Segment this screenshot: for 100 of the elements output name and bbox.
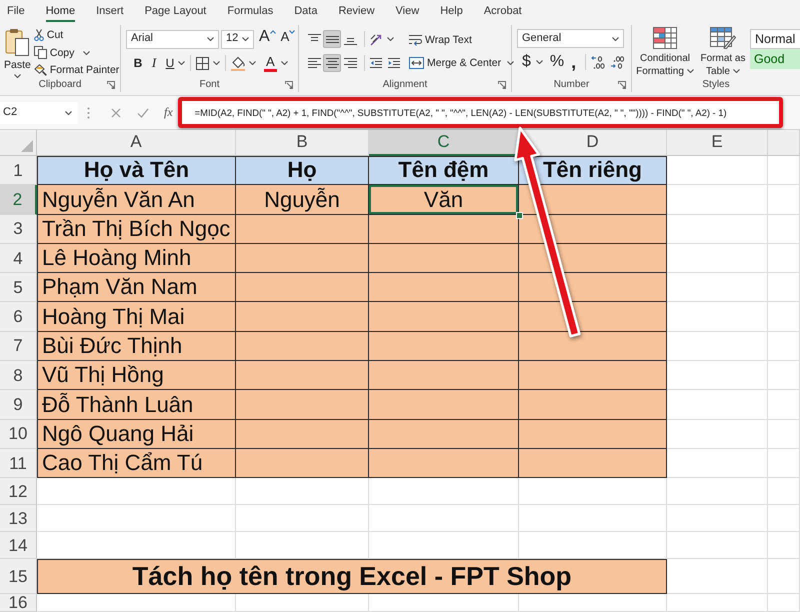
row-header[interactable]: 2 — [0, 185, 37, 215]
sheet-cell[interactable]: Nguyễn Văn An — [37, 185, 236, 215]
italic-button[interactable]: I — [146, 54, 162, 72]
row-header[interactable]: 1 — [0, 156, 37, 186]
ribbon-tab[interactable]: Insert — [96, 4, 124, 22]
sheet-cell[interactable]: Văn — [369, 185, 519, 215]
caret-down-icon[interactable] — [249, 61, 256, 65]
copy-button[interactable]: Copy — [32, 44, 76, 62]
sheet-cell[interactable] — [236, 302, 369, 332]
align-middle-button[interactable] — [323, 30, 341, 48]
caret-down-icon[interactable] — [83, 50, 90, 54]
row-header[interactable]: 8 — [0, 361, 37, 390]
align-center-button[interactable] — [323, 54, 341, 72]
comma-style-button[interactable]: , — [567, 53, 580, 71]
sheet-cell[interactable]: Vũ Thị Hồng — [37, 361, 236, 390]
dialog-launcher-icon[interactable] — [498, 81, 506, 89]
ribbon-tab[interactable]: Formulas — [227, 4, 274, 22]
sheet-cell[interactable] — [369, 273, 519, 302]
sheet-cell[interactable] — [236, 361, 369, 390]
sheet-cell[interactable]: Cao Thị Cẩm Tú — [37, 448, 236, 478]
sheet-cell[interactable] — [369, 332, 519, 362]
fill-color-icon[interactable] — [231, 56, 245, 70]
sheet-cell[interactable]: Lê Hoàng Minh — [37, 244, 236, 274]
column-header[interactable]: C — [369, 130, 519, 156]
sheet-cell[interactable]: Bùi Đức Thịnh — [37, 332, 236, 362]
ribbon-tab[interactable]: View — [396, 4, 420, 22]
row-header[interactable]: 13 — [0, 505, 37, 532]
dialog-launcher-icon[interactable] — [618, 81, 626, 89]
sheet-cell[interactable]: Trần Thị Bích Ngọc — [37, 214, 236, 244]
dialog-launcher-icon[interactable] — [285, 81, 293, 89]
caret-down-icon[interactable] — [387, 37, 394, 41]
conditional-formatting-button[interactable]: Conditional Formatting — [633, 26, 697, 79]
paste-button[interactable]: Paste — [4, 26, 31, 79]
row-header[interactable]: 10 — [0, 420, 37, 449]
sheet-cell[interactable] — [519, 302, 667, 332]
sheet-cell[interactable]: Tên đệm — [369, 156, 519, 186]
column-header[interactable]: E — [667, 130, 768, 156]
sheet-cell[interactable] — [236, 214, 369, 244]
caret-down-icon[interactable] — [178, 61, 185, 65]
sheet-cell[interactable] — [519, 273, 667, 302]
underline-button[interactable]: U — [162, 54, 178, 72]
sheet-cell[interactable] — [369, 214, 519, 244]
caret-down-icon[interactable] — [536, 60, 543, 64]
caret-down-icon[interactable] — [507, 61, 514, 65]
sheet-cell[interactable] — [519, 420, 667, 449]
increase-indent-icon[interactable] — [388, 58, 400, 68]
formula-field[interactable]: =MID(A2, FIND(" ", A2) + 1, FIND("^^", SUBSTITUTE(A2, " ", "^^", LEN(A2) - LEN(SUBSTITUTE(A2, " ", "")))) - FIND(" ", A2) - 1) — [178, 97, 783, 128]
sheet-cell[interactable] — [519, 185, 667, 215]
sheet-cell[interactable] — [236, 420, 369, 449]
sheet-cell[interactable] — [519, 332, 667, 362]
sheet-cell[interactable] — [519, 390, 667, 420]
sheet-cell[interactable] — [236, 390, 369, 420]
sheet-cell[interactable]: Ngô Quang Hải — [37, 420, 236, 449]
sheet-cell[interactable] — [369, 420, 519, 449]
percent-button[interactable]: % — [546, 53, 568, 71]
row-header[interactable]: 6 — [0, 302, 37, 332]
ribbon-tab[interactable]: Review — [338, 4, 375, 22]
bold-button[interactable]: B — [130, 54, 146, 72]
grow-font-button[interactable]: A — [258, 30, 277, 48]
wrap-text-button[interactable]: Wrap Text — [408, 31, 514, 49]
sheet-cell[interactable] — [519, 448, 667, 478]
sheet-cell[interactable]: Họ và Tên — [37, 156, 236, 186]
sheet-cell[interactable]: Họ — [236, 156, 369, 186]
cell-style[interactable]: Normal — [750, 29, 800, 49]
number-format-dropdown[interactable]: General — [517, 29, 624, 48]
sheet-cell[interactable] — [236, 332, 369, 362]
name-box[interactable]: C2 — [0, 102, 78, 124]
insert-function-button[interactable]: fx — [164, 105, 173, 120]
sheet-cell[interactable] — [519, 361, 667, 390]
row-header[interactable]: 12 — [0, 478, 37, 506]
dialog-launcher-icon[interactable] — [107, 81, 115, 89]
decrease-decimal-icon[interactable] — [610, 56, 624, 68]
sheet-cell[interactable]: Tên riêng — [519, 156, 667, 186]
row-header[interactable]: 4 — [0, 244, 37, 274]
row-header[interactable]: 5 — [0, 273, 37, 302]
caret-down-icon[interactable] — [213, 61, 220, 65]
font-size-dropdown[interactable]: 12 — [221, 30, 254, 48]
merge-center-button[interactable]: Merge & Center — [408, 54, 502, 72]
row-header[interactable]: 14 — [0, 532, 37, 560]
column-header[interactable]: B — [236, 130, 369, 156]
ribbon-tab[interactable]: Help — [440, 4, 463, 22]
sheet-cell[interactable] — [369, 390, 519, 420]
caret-down-icon[interactable] — [280, 61, 288, 65]
enter-icon[interactable] — [137, 108, 149, 118]
ribbon-tab[interactable]: File — [7, 4, 25, 22]
merged-cell[interactable]: Tách họ tên trong Excel - FPT Shop — [37, 559, 667, 594]
row-header[interactable]: 9 — [0, 390, 37, 420]
ribbon-tab[interactable]: Acrobat — [484, 4, 522, 22]
vertical-dots-icon[interactable] — [87, 106, 90, 118]
row-header[interactable]: 7 — [0, 332, 37, 362]
ribbon-tab[interactable]: Page Layout — [144, 4, 206, 22]
sheet-cell[interactable] — [236, 273, 369, 302]
text-angle-icon[interactable] — [370, 32, 384, 46]
column-header[interactable]: A — [37, 130, 236, 156]
font-color-button[interactable]: A — [264, 54, 277, 72]
sheet-cell[interactable]: Hoàng Thị Mai — [37, 302, 236, 332]
cell-style[interactable]: Good — [750, 49, 800, 69]
shrink-font-button[interactable]: A — [280, 30, 296, 48]
sheet-cell[interactable] — [236, 244, 369, 274]
row-header[interactable]: 15 — [0, 559, 37, 594]
